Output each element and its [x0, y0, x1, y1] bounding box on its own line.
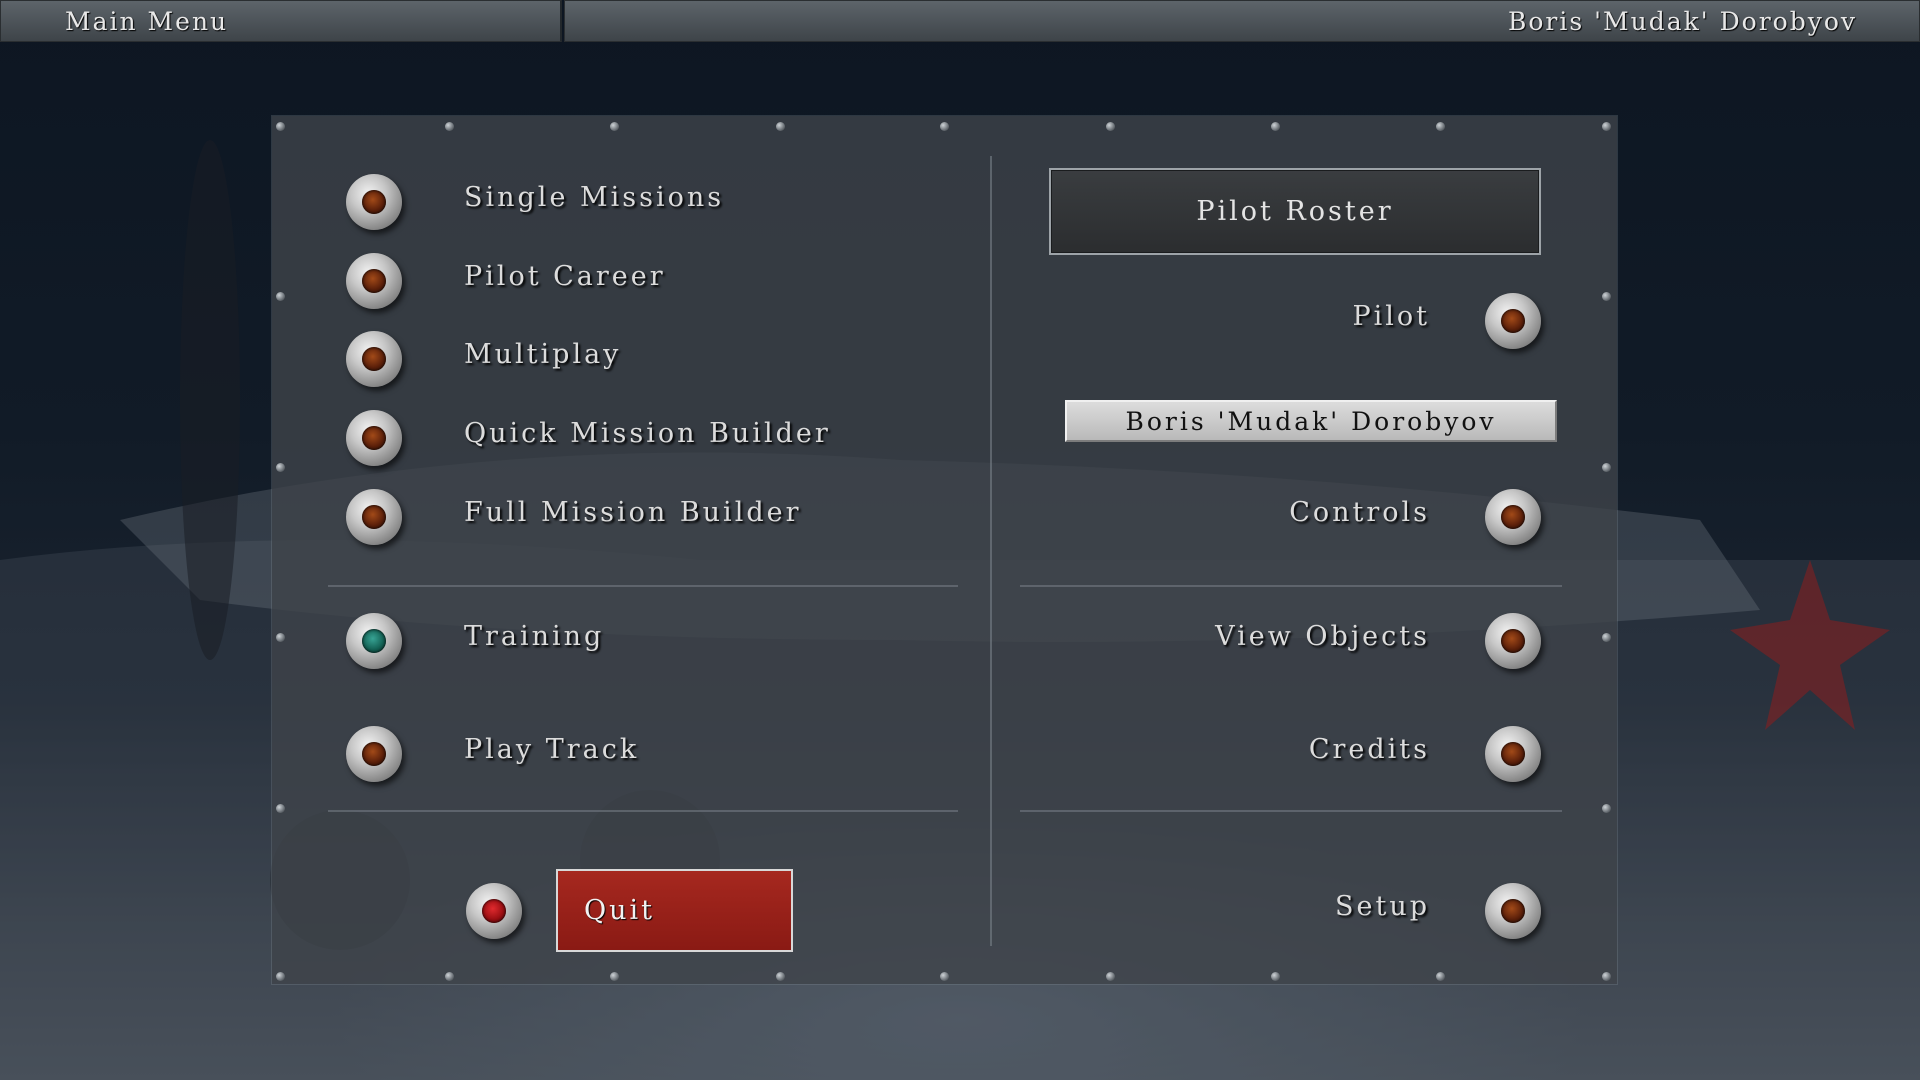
current-pilot-name: Boris 'Mudak' Dorobyov [1508, 7, 1857, 36]
main-menu-panel: Single Missions Pilot Career Multiplay Q… [272, 116, 1617, 984]
credits-knob-icon[interactable] [1485, 726, 1541, 782]
rivet [940, 122, 949, 131]
rivet [276, 804, 285, 813]
view-objects-knob-icon[interactable] [1485, 613, 1541, 669]
setup-button[interactable]: Setup [1335, 891, 1430, 922]
column-divider [990, 156, 992, 946]
rivet [1602, 122, 1611, 131]
quit-button[interactable]: Quit [556, 869, 793, 952]
quit-knob-icon[interactable] [466, 883, 522, 939]
play-track-knob-icon[interactable] [346, 726, 402, 782]
rivet [776, 122, 785, 131]
section-divider [1020, 585, 1562, 587]
controls-knob-icon[interactable] [1485, 489, 1541, 545]
section-divider [328, 810, 958, 812]
pilot-button[interactable]: Pilot [1352, 301, 1430, 332]
rivet [276, 972, 285, 981]
quick-mission-builder-knob-icon[interactable] [346, 410, 402, 466]
rivet [1602, 633, 1611, 642]
rivet [610, 122, 619, 131]
pilot-roster-button[interactable]: Pilot Roster [1049, 168, 1541, 255]
rivet [276, 463, 285, 472]
setup-knob-icon[interactable] [1485, 883, 1541, 939]
full-mission-builder-button[interactable]: Full Mission Builder [464, 497, 802, 528]
multiplay-button[interactable]: Multiplay [464, 339, 621, 370]
full-mission-builder-knob-icon[interactable] [346, 489, 402, 545]
rivet [1106, 122, 1115, 131]
rivet [1602, 804, 1611, 813]
rivet [1602, 463, 1611, 472]
training-knob-icon[interactable] [346, 613, 402, 669]
section-divider [328, 585, 958, 587]
credits-button[interactable]: Credits [1309, 734, 1430, 765]
rivet [276, 122, 285, 131]
rivet [445, 972, 454, 981]
rivet [1271, 972, 1280, 981]
pilot-career-button[interactable]: Pilot Career [464, 261, 666, 292]
top-bar: Main Menu Boris 'Mudak' Dorobyov [0, 0, 1920, 44]
play-track-button[interactable]: Play Track [464, 734, 639, 765]
controls-button[interactable]: Controls [1289, 497, 1430, 528]
view-objects-button[interactable]: View Objects [1215, 621, 1430, 652]
pilot-knob-icon[interactable] [1485, 293, 1541, 349]
single-missions-button[interactable]: Single Missions [464, 182, 724, 213]
rivet [776, 972, 785, 981]
training-button[interactable]: Training [464, 621, 604, 652]
rivet [1436, 972, 1445, 981]
title-bar-right: Boris 'Mudak' Dorobyov [564, 0, 1920, 42]
pilot-career-knob-icon[interactable] [346, 253, 402, 309]
rivet [940, 972, 949, 981]
single-missions-knob-icon[interactable] [346, 174, 402, 230]
rivet [1436, 122, 1445, 131]
rivet [610, 972, 619, 981]
rivet [1602, 292, 1611, 301]
selected-pilot-field[interactable]: Boris 'Mudak' Dorobyov [1065, 400, 1557, 442]
rivet [276, 292, 285, 301]
multiplay-knob-icon[interactable] [346, 331, 402, 387]
rivet [1602, 972, 1611, 981]
screen-title: Main Menu [65, 7, 229, 36]
quick-mission-builder-button[interactable]: Quick Mission Builder [464, 418, 831, 449]
rivet [445, 122, 454, 131]
title-bar-left: Main Menu [0, 0, 562, 42]
rivet [276, 633, 285, 642]
section-divider [1020, 810, 1562, 812]
rivet [1271, 122, 1280, 131]
rivet [1106, 972, 1115, 981]
